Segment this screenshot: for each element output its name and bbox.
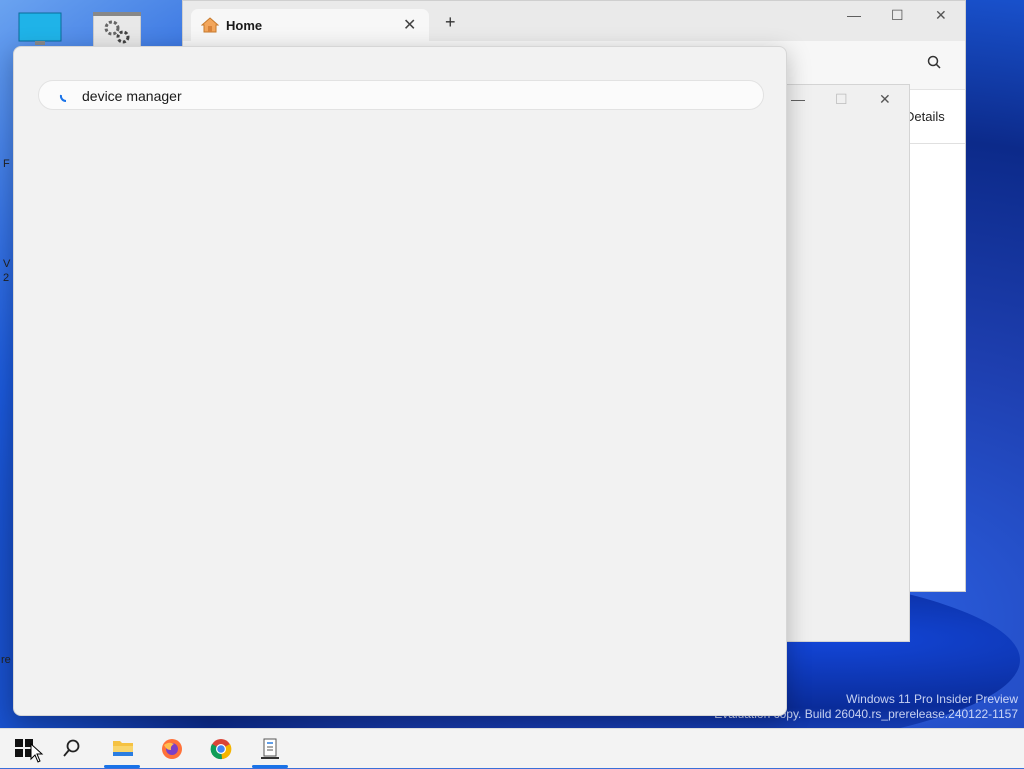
document-app-icon [261,738,279,759]
close-icon[interactable]: ✕ [879,91,891,108]
maximize-icon[interactable]: ☐ [835,91,848,108]
search-panel: device manager [13,46,787,716]
close-icon[interactable]: ✕ [935,7,947,24]
folder-icon [113,741,133,756]
taskbar-file-explorer[interactable] [102,729,142,769]
search-icon [63,739,80,757]
details-button[interactable]: Details [905,109,945,124]
taskbar-firefox[interactable] [151,729,191,769]
firefox-icon [162,739,182,759]
tab-home[interactable]: Home ✕ [191,9,429,41]
loading-spinner-icon [59,90,69,108]
taskbar-search-button[interactable] [52,729,92,769]
search-query: device manager [82,88,182,104]
search-icon[interactable] [927,55,941,74]
new-tab-button[interactable]: + [445,13,456,31]
home-icon [200,17,220,38]
mouse-cursor-icon [30,742,44,768]
desktop-edge-text: V [3,258,11,270]
desktop-edge-text: F [3,158,10,170]
tab-close-icon[interactable]: ✕ [403,15,416,35]
minimize-icon[interactable]: — [791,91,805,107]
taskbar-app[interactable] [250,729,290,769]
search-input[interactable]: device manager [38,80,764,110]
maximize-icon[interactable]: ☐ [891,7,904,24]
desktop-edge-text: re [1,654,11,666]
minimize-icon[interactable]: — [847,7,861,23]
tab-label: Home [226,18,263,33]
taskbar-chrome[interactable] [200,729,240,769]
taskbar [0,728,1024,768]
chrome-icon [210,739,232,760]
explorer-titlebar[interactable]: Home ✕ + — ☐ ✕ [183,1,965,41]
desktop-edge-text: 2 [3,272,10,284]
